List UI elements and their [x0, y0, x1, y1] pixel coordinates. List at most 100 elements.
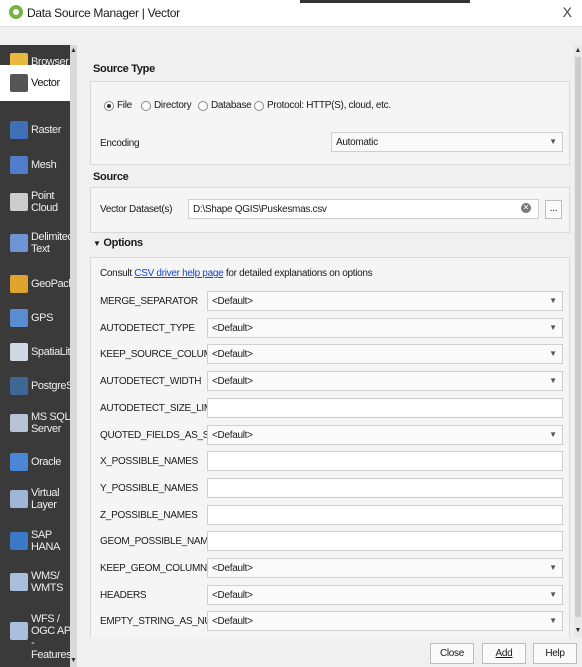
option-input-x-possible-names[interactable]: [207, 451, 563, 472]
option-input-autodetect-size-limit[interactable]: [207, 397, 563, 418]
option-label-autodetect-type: AUTODETECT_TYPE: [100, 322, 195, 334]
sidebar-item-label: WMS/ WMTS: [31, 570, 64, 594]
sidebar-item-oracle[interactable]: Oracle: [0, 445, 77, 479]
option-select-keep-source-columns[interactable]: <Default> ▼: [207, 344, 563, 365]
sidebar-item-mssql[interactable]: MS SQL Server: [0, 403, 77, 443]
radio-directory[interactable]: [141, 101, 151, 111]
radio-database-label[interactable]: Database: [211, 100, 252, 111]
add-button[interactable]: Add: [482, 643, 526, 664]
title-bar: Data Source Manager | Vector X: [0, 0, 582, 27]
chevron-down-icon: ▼: [549, 296, 557, 305]
sidebar-item-vector[interactable]: Vector: [0, 65, 77, 101]
sidebar-item-point-cloud[interactable]: Point Cloud: [0, 182, 77, 222]
option-value: <Default>: [212, 349, 253, 361]
source-type-group: File Directory Database Protocol: HTTP(S…: [90, 81, 570, 165]
radio-file[interactable]: [104, 101, 114, 111]
option-label-keep-geom-columns: KEEP_GEOM_COLUMNS: [100, 563, 214, 574]
sidebar-item-label: GPS: [31, 312, 54, 324]
radio-protocol-label[interactable]: Protocol: HTTP(S), cloud, etc.: [267, 100, 391, 111]
option-select-keep-geom-columns[interactable]: <Default> ▼: [207, 558, 563, 578]
sidebar-item-geopackage[interactable]: GeoPackag: [0, 267, 77, 301]
sidebar-item-wms[interactable]: WMS/ WMTS: [0, 563, 77, 601]
sidebar-item-spatialite[interactable]: SpatiaLite: [0, 335, 77, 369]
sidebar-item-mesh[interactable]: Mesh: [0, 148, 77, 182]
wfs-icon: [10, 622, 28, 640]
vector-icon: [10, 74, 28, 92]
option-select-headers[interactable]: <Default> ▼: [207, 584, 563, 605]
sidebar-item-label: Vector: [31, 77, 60, 89]
option-label-y-possible-names: Y_POSSIBLE_NAMES: [100, 482, 199, 494]
mssql-icon: [10, 414, 28, 432]
source-group: Vector Dataset(s) D:\Shape QGIS\Puskesma…: [90, 187, 570, 233]
consult-prefix: Consult: [100, 268, 132, 279]
encoding-label: Encoding: [100, 138, 140, 149]
sidebar-scrollbar[interactable]: ▲ ▼: [70, 45, 77, 667]
chevron-down-icon: ▼: [549, 349, 557, 359]
sidebar-scroll-up-icon[interactable]: ▲: [70, 47, 77, 55]
gps-icon: [10, 309, 28, 327]
help-button[interactable]: Help: [533, 643, 577, 664]
option-select-merge-separator[interactable]: <Default> ▼: [207, 291, 563, 311]
option-input-z-possible-names[interactable]: [207, 504, 563, 525]
option-select-autodetect-width[interactable]: <Default> ▼: [207, 371, 563, 392]
source-heading: Source: [93, 171, 129, 183]
radio-database[interactable]: [198, 101, 208, 111]
vector-dataset-input[interactable]: D:\Shape QGIS\Puskesmas.csv ✕: [188, 199, 539, 219]
sidebar-item-sap-hana[interactable]: SAP HANA: [0, 521, 77, 561]
option-input-geom-possible-names[interactable]: [207, 531, 563, 552]
mesh-icon: [10, 156, 28, 174]
sidebar-item-label: SAP HANA: [31, 529, 60, 553]
chevron-down-icon: ▼: [549, 137, 557, 146]
option-value: <Default>: [212, 429, 253, 441]
option-label-autodetect-size-limit: AUTODETECT_SIZE_LIMIT: [100, 402, 221, 414]
option-input-y-possible-names[interactable]: [207, 477, 563, 498]
main-scrollbar[interactable]: ▲ ▼: [574, 45, 582, 637]
vector-dataset-label: Vector Dataset(s): [100, 204, 173, 215]
qgis-logo-icon: [9, 5, 23, 19]
option-value: <Default>: [212, 296, 253, 307]
oracle-icon: [10, 453, 28, 471]
option-select-autodetect-type[interactable]: <Default> ▼: [207, 317, 563, 338]
sidebar-item-postgresql[interactable]: PostgreSQ: [0, 369, 77, 403]
sidebar-item-delimited-text[interactable]: Delimited Text: [0, 223, 77, 263]
dialog-footer: Close Add Help: [77, 637, 582, 667]
option-label-x-possible-names: X_POSSIBLE_NAMES: [100, 456, 199, 468]
options-heading[interactable]: ▼ Options: [93, 237, 143, 249]
sidebar-item-label: MS SQL Server: [31, 411, 71, 435]
scroll-down-icon[interactable]: ▼: [574, 627, 582, 635]
option-value: <Default>: [212, 616, 253, 628]
options-heading-label[interactable]: Options: [103, 237, 143, 249]
geopackage-icon: [10, 275, 28, 293]
vector-dataset-value: D:\Shape QGIS\Puskesmas.csv: [193, 204, 327, 215]
collapse-arrow-icon[interactable]: ▼: [93, 239, 101, 248]
sidebar-item-wfs[interactable]: WFS / OGC API - Features: [0, 601, 77, 661]
option-label-headers: HEADERS: [100, 589, 147, 601]
option-select-quoted-fields-as-string[interactable]: <Default> ▼: [207, 424, 563, 445]
csv-driver-help-link[interactable]: CSV driver help page: [134, 268, 223, 279]
radio-file-label[interactable]: File: [117, 100, 132, 111]
scrollbar-thumb[interactable]: [575, 57, 581, 617]
scroll-up-icon[interactable]: ▲: [574, 47, 582, 55]
window-title: Data Source Manager | Vector: [27, 6, 180, 20]
sidebar-item-label: Virtual Layer: [31, 487, 60, 511]
sidebar-item-label: Oracle: [31, 456, 61, 468]
delimited-text-icon: [10, 234, 28, 252]
browse-button[interactable]: ...: [545, 200, 562, 219]
clear-icon[interactable]: ✕: [521, 203, 531, 213]
option-value: <Default>: [212, 589, 253, 601]
sidebar-scroll-down-icon[interactable]: ▼: [70, 657, 77, 665]
close-window-button[interactable]: X: [563, 4, 572, 20]
option-select-empty-string-as-null[interactable]: <Default> ▼: [207, 611, 563, 632]
sidebar-item-virtual-layer[interactable]: Virtual Layer: [0, 479, 77, 519]
close-button[interactable]: Close: [430, 643, 474, 664]
sidebar-item-raster[interactable]: Raster: [0, 113, 77, 147]
raster-icon: [10, 121, 28, 139]
option-value: <Default>: [212, 376, 253, 388]
encoding-select[interactable]: Automatic ▼: [331, 132, 563, 152]
background-window-strip: [300, 0, 470, 3]
sidebar-item-gps[interactable]: GPS: [0, 301, 77, 335]
radio-protocol[interactable]: [254, 101, 264, 111]
source-type-heading: Source Type: [93, 63, 155, 75]
radio-directory-label[interactable]: Directory: [154, 100, 192, 111]
options-group: Consult CSV driver help page for detaile…: [90, 257, 570, 638]
